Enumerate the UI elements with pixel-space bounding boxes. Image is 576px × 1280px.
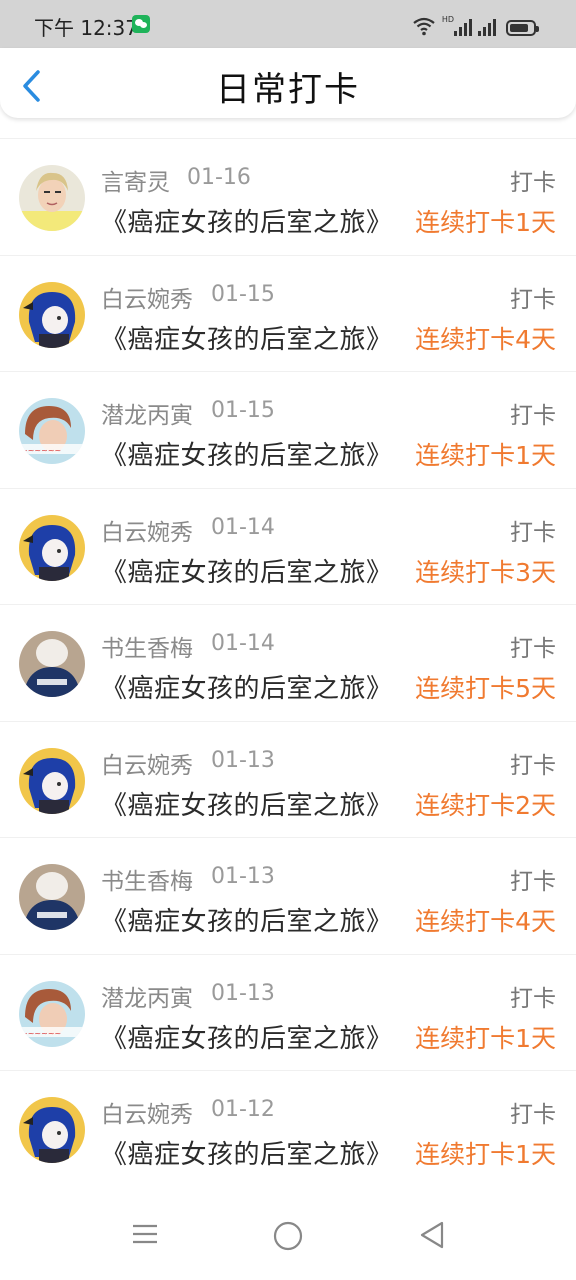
menu-icon	[133, 1224, 157, 1244]
avatar[interactable]	[19, 864, 85, 930]
checkin-date: 01-15	[211, 398, 275, 423]
streak-text: 连续打卡2天	[415, 790, 556, 820]
streak-text: 连续打卡1天	[415, 208, 556, 237]
avatar[interactable]: ~~~~~~	[19, 980, 85, 1047]
recents-button[interactable]	[131, 1220, 159, 1252]
streak-text: 连续打卡1天	[415, 1023, 556, 1053]
signal-icon	[454, 18, 472, 36]
book-title[interactable]: 《癌症女孩的后室之旅》	[101, 202, 393, 239]
avatar[interactable]	[19, 165, 85, 231]
streak-text: 连续打卡4天	[415, 324, 556, 354]
avatar[interactable]	[19, 631, 85, 697]
book-title[interactable]: 《癌症女孩的后室之旅》	[101, 901, 393, 938]
book-title[interactable]: 《癌症女孩的后室之旅》	[101, 319, 393, 356]
user-name: 白云婉秀	[101, 519, 193, 546]
user-name: 言寄灵	[101, 170, 170, 196]
user-name: 白云婉秀	[101, 752, 193, 779]
book-title[interactable]: 《癌症女孩的后室之旅》	[101, 435, 393, 472]
checkin-action: 打卡	[510, 869, 556, 895]
book-title[interactable]: 《癌症女孩的后室之旅》	[101, 552, 393, 589]
checkin-action: 打卡	[510, 1102, 556, 1128]
checkin-action: 打卡	[510, 752, 556, 779]
status-time: 下午 12:37	[34, 16, 138, 40]
hd-label: HD	[441, 15, 454, 24]
status-indicators: HD	[412, 14, 539, 36]
page-header: 日常打卡	[0, 48, 576, 118]
list-item[interactable]: 书生香梅 01-13 打卡 《癌症女孩的后室之旅》 连续打卡4天	[0, 837, 576, 954]
user-name: 潜龙丙寅	[101, 403, 193, 429]
wifi-icon	[412, 16, 436, 36]
back-triangle-icon	[420, 1221, 444, 1249]
list-item[interactable]: 白云婉秀 01-14 打卡 《癌症女孩的后室之旅》 连续打卡3天	[0, 487, 576, 605]
checkin-list: 言寄灵 01-16 打卡 《癌症女孩的后室之旅》 连续打卡1天 白云婉秀 01-…	[0, 138, 576, 1187]
list-item[interactable]: 白云婉秀 01-12 打卡 《癌症女孩的后室之旅》 连续打卡1天	[0, 1070, 576, 1187]
home-circle-icon	[273, 1221, 303, 1251]
book-title[interactable]: 《癌症女孩的后室之旅》	[101, 785, 393, 822]
list-item[interactable]: 言寄灵 01-16 打卡 《癌症女孩的后室之旅》 连续打卡1天	[0, 138, 576, 255]
checkin-date: 01-14	[211, 514, 275, 540]
checkin-date: 01-15	[211, 281, 275, 307]
list-item[interactable]: 书生香梅 01-14 打卡 《癌症女孩的后室之旅》 连续打卡5天	[0, 604, 576, 721]
avatar[interactable]: ~~~~~~	[19, 398, 85, 464]
battery-icon	[506, 20, 539, 36]
wechat-notification-icon	[132, 15, 150, 33]
list-item[interactable]: ~~~~~~ 潜龙丙寅 01-13 打卡 《癌症女孩的后室之旅》 连续打卡1天	[0, 953, 576, 1071]
list-item[interactable]: ~~~~~~ 潜龙丙寅 01-15 打卡 《癌症女孩的后室之旅》 连续打卡1天	[0, 371, 576, 488]
book-title[interactable]: 《癌症女孩的后室之旅》	[101, 1134, 393, 1171]
streak-text: 连续打卡3天	[415, 557, 556, 587]
signal-icon-2	[478, 18, 496, 36]
system-nav-bar	[0, 1190, 576, 1280]
user-name: 书生香梅	[101, 636, 193, 662]
checkin-action: 打卡	[510, 403, 556, 429]
avatar[interactable]	[19, 747, 85, 814]
book-title[interactable]: 《癌症女孩的后室之旅》	[101, 668, 393, 705]
page-title: 日常打卡	[216, 70, 360, 110]
streak-text: 连续打卡1天	[415, 1140, 556, 1169]
checkin-date: 01-13	[211, 747, 275, 773]
checkin-action: 打卡	[510, 170, 556, 196]
list-item[interactable]: 白云婉秀 01-15 打卡 《癌症女孩的后室之旅》 连续打卡4天	[0, 254, 576, 372]
streak-text: 连续打卡4天	[415, 907, 556, 936]
system-back-button[interactable]	[418, 1220, 446, 1254]
book-title[interactable]: 《癌症女孩的后室之旅》	[101, 1018, 393, 1055]
avatar[interactable]	[19, 281, 85, 348]
status-bar: 下午 12:37 HD	[0, 0, 576, 48]
checkin-action: 打卡	[510, 985, 556, 1012]
streak-text: 连续打卡5天	[415, 674, 556, 703]
user-name: 白云婉秀	[101, 286, 193, 313]
checkin-date: 01-14	[211, 631, 275, 656]
checkin-action: 打卡	[510, 286, 556, 313]
svg-text:~~~~~~: ~~~~~~	[21, 446, 61, 455]
avatar[interactable]	[19, 514, 85, 581]
checkin-date: 01-12	[211, 1097, 275, 1122]
user-name: 书生香梅	[101, 869, 193, 895]
user-name: 白云婉秀	[101, 1102, 193, 1128]
checkin-date: 01-13	[211, 980, 275, 1006]
checkin-action: 打卡	[510, 519, 556, 546]
svg-text:~~~~~~: ~~~~~~	[21, 1029, 61, 1038]
avatar[interactable]	[19, 1097, 85, 1163]
checkin-date: 01-13	[211, 864, 275, 889]
list-item[interactable]: 白云婉秀 01-13 打卡 《癌症女孩的后室之旅》 连续打卡2天	[0, 720, 576, 838]
streak-text: 连续打卡1天	[415, 441, 556, 470]
checkin-date: 01-16	[187, 165, 251, 190]
home-button[interactable]	[272, 1220, 304, 1256]
user-name: 潜龙丙寅	[101, 985, 193, 1012]
checkin-action: 打卡	[510, 636, 556, 662]
